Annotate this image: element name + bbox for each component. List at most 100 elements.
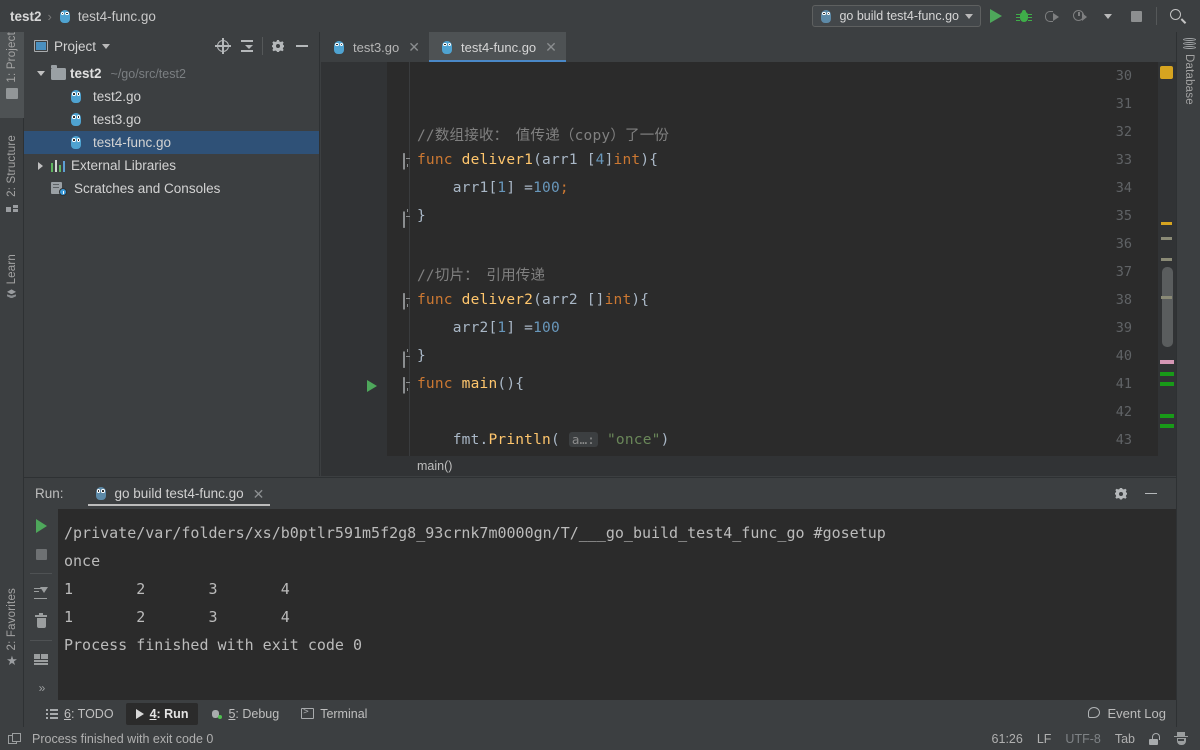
marker-change[interactable]	[1161, 237, 1172, 240]
editor-gutter[interactable]	[321, 62, 387, 476]
scroll-to-end-button[interactable]	[29, 582, 53, 604]
caret-position[interactable]: 61:26	[992, 732, 1023, 746]
window-layout-icon[interactable]	[8, 732, 22, 745]
collapse-all-button[interactable]	[236, 35, 258, 57]
project-panel-title[interactable]: Project	[54, 39, 96, 54]
tree-row-test4-func-go[interactable]: test4-func.go	[24, 131, 319, 154]
sidebar-item-structure[interactable]: 2: Structure	[0, 135, 24, 241]
tree-item-label: External Libraries	[71, 158, 177, 173]
tool-window-label: : Debug	[235, 706, 280, 721]
tree-row-test3go[interactable]: test3.go	[24, 108, 319, 131]
fold-marker[interactable]	[403, 209, 414, 228]
console-line: 1 2 3 4	[64, 580, 290, 598]
fold-marker[interactable]	[403, 349, 414, 368]
hide-run-panel-button[interactable]	[1140, 483, 1162, 505]
run-settings-button[interactable]	[1110, 483, 1132, 505]
sidebar-item-project[interactable]: 1: Project	[0, 32, 24, 118]
marker-added[interactable]	[1160, 414, 1174, 418]
marker-added[interactable]	[1160, 424, 1174, 428]
hector-icon[interactable]	[1174, 731, 1188, 746]
editor-scrollbar-thumb[interactable]	[1162, 267, 1173, 347]
breadcrumb-project[interactable]: test2	[10, 9, 42, 24]
chevron-down-icon[interactable]	[965, 13, 973, 19]
run-configuration-selector[interactable]: go build test4-func.go	[812, 5, 981, 27]
marker-modified[interactable]	[1160, 360, 1174, 364]
fold-marker[interactable]	[403, 377, 414, 394]
event-log-button[interactable]: Event Log	[1088, 706, 1176, 721]
profiler-dropdown[interactable]	[1095, 3, 1121, 29]
expand-toolbar-button[interactable]: »	[29, 677, 53, 699]
minimize-icon	[296, 45, 308, 47]
code-line: }	[417, 208, 426, 224]
run-button[interactable]	[983, 3, 1009, 29]
toolbar-divider	[30, 640, 52, 641]
tree-row-scratches[interactable]: Scratches and Consoles	[24, 177, 319, 200]
marker-change[interactable]	[1161, 258, 1172, 261]
twisty-right-icon[interactable]	[34, 161, 47, 170]
layout-settings-button[interactable]	[29, 649, 53, 671]
tab-test3-go[interactable]: test3.go ✕	[321, 32, 429, 62]
structure-icon	[6, 202, 18, 212]
editor-breadcrumb-item[interactable]: main()	[417, 459, 452, 473]
close-icon[interactable]: ✕	[253, 487, 265, 501]
file-encoding[interactable]: UTF-8	[1065, 732, 1100, 746]
indent-setting[interactable]: Tab	[1115, 732, 1135, 746]
line-number: 40	[1115, 348, 1132, 364]
tool-window-terminal[interactable]: Terminal	[291, 703, 377, 725]
clear-all-button[interactable]	[29, 610, 53, 632]
tab-test4-func-go[interactable]: test4-func.go ✕	[429, 32, 566, 62]
tree-row-test2go[interactable]: test2.go	[24, 85, 319, 108]
stop-icon	[1130, 10, 1142, 22]
marker-added[interactable]	[1160, 372, 1174, 376]
twisty-down-icon[interactable]	[34, 71, 47, 76]
tree-row-test2[interactable]: test2 ~/go/src/test2	[24, 62, 319, 85]
fold-marker[interactable]	[403, 293, 414, 310]
sidebar-item-label: 1: Project	[6, 32, 18, 83]
marker-change[interactable]	[1161, 296, 1172, 299]
line-separator[interactable]: LF	[1037, 732, 1052, 746]
console-output[interactable]: /private/var/folders/xs/b0ptlr591m5f2g8_…	[58, 509, 1176, 700]
close-icon[interactable]: ✕	[408, 40, 420, 54]
event-log-label: Event Log	[1107, 706, 1166, 721]
profiler-button[interactable]	[1067, 3, 1093, 29]
tool-window-debug[interactable]: 5: Debug	[200, 703, 289, 725]
settings-button[interactable]	[267, 35, 289, 57]
run-panel-tab[interactable]: go build test4-func.go ✕	[86, 478, 273, 509]
marker-added[interactable]	[1160, 382, 1174, 386]
run-with-coverage-button[interactable]	[1039, 3, 1065, 29]
debug-button[interactable]	[1011, 3, 1037, 29]
line-number: 42	[1115, 404, 1132, 420]
run-tool-window: Run: go build test4-func.go ✕ » /private…	[24, 477, 1176, 700]
breadcrumb-file[interactable]: test4-func.go	[78, 9, 156, 24]
run-configuration-label: go build test4-func.go	[839, 9, 959, 23]
console-line: Process finished with exit code 0	[64, 636, 363, 654]
tool-window-run[interactable]: 4: Run	[125, 702, 199, 725]
library-icon	[51, 159, 65, 172]
marker-warning[interactable]	[1161, 222, 1172, 225]
inspection-status-badge[interactable]	[1160, 66, 1173, 79]
tool-window-todo[interactable]: 6: TODO	[36, 703, 124, 725]
layout-icon	[34, 654, 48, 666]
close-icon[interactable]: ✕	[545, 40, 557, 54]
hide-panel-button[interactable]	[291, 35, 313, 57]
locate-button[interactable]	[212, 35, 234, 57]
fold-marker[interactable]	[403, 153, 414, 170]
lock-icon[interactable]	[1149, 732, 1160, 745]
chevron-down-icon[interactable]	[102, 43, 111, 49]
run-with-coverage-icon	[1045, 10, 1059, 23]
code-editor[interactable]: 30 31 32 33 34 35 36 37 38 39 40 41 42 4…	[321, 62, 1176, 476]
sidebar-item-learn[interactable]: Learn	[0, 254, 24, 326]
sidebar-item-database[interactable]: Database	[1177, 32, 1200, 124]
rerun-button[interactable]	[29, 515, 53, 537]
main-toolbar: test2 › test4-func.go go build test4-fun…	[0, 0, 1200, 32]
stop-button[interactable]	[1123, 3, 1149, 29]
status-bar-right: 61:26 LF UTF-8 Tab	[992, 731, 1200, 746]
project-tool-window: Project test2 ~/go/src/test2 test2.go te…	[24, 32, 320, 476]
line-number: 32	[1115, 124, 1132, 140]
tree-row-external-libraries[interactable]: External Libraries	[24, 154, 319, 177]
editor-marker-bar[interactable]	[1158, 62, 1176, 476]
run-gutter-icon[interactable]	[367, 380, 377, 392]
search-everywhere-button[interactable]	[1164, 3, 1190, 29]
stop-process-button[interactable]	[29, 543, 53, 565]
sidebar-item-favorites[interactable]: 2: Favorites ★	[0, 588, 24, 694]
